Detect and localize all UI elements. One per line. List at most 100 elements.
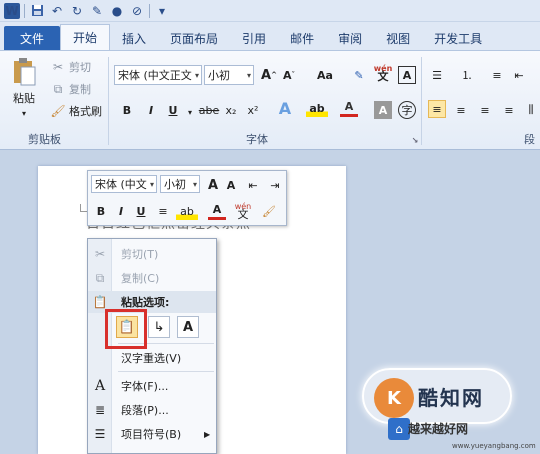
tab-mailings[interactable]: 邮件 (278, 26, 326, 50)
enclose-characters-icon[interactable]: 字 (398, 101, 416, 119)
customize-qat-icon[interactable]: ▾ (154, 3, 170, 19)
mini-font-color-icon[interactable]: A (208, 202, 226, 220)
tab-page-layout[interactable]: 页面布局 (158, 26, 230, 50)
paste-merge-format-button[interactable]: ↳ (148, 316, 170, 338)
mini-decrease-indent-icon[interactable]: ⇤ (244, 176, 262, 194)
menu-item-font[interactable]: A 字体(F)... (88, 375, 216, 397)
grow-font-icon[interactable]: A ^ (260, 66, 278, 84)
chevron-down-icon[interactable]: ▾ (150, 180, 154, 189)
chevron-down-icon[interactable]: ▾ (195, 71, 199, 80)
paste-merge-icon: ↳ (153, 319, 165, 335)
save-icon[interactable] (29, 3, 45, 19)
scissors-icon: ✂ (52, 60, 64, 74)
mini-highlight-icon[interactable]: ab (176, 202, 198, 220)
copy-icon: ⧉ (95, 270, 105, 285)
numbering-icon[interactable]: ⒈ (458, 66, 476, 84)
menu-item-cut[interactable]: ✂ 剪切(T) (88, 243, 216, 265)
italic-button[interactable]: I (142, 101, 160, 119)
menu-item-copy[interactable]: ⧉ 复制(C) (88, 267, 216, 289)
shrink-font-icon[interactable]: Aˇ (280, 66, 298, 84)
justify-button[interactable]: ≡ (500, 101, 518, 119)
underline-dropdown-icon[interactable]: ▾ (181, 103, 199, 121)
distributed-button[interactable]: ⫼ (522, 101, 540, 119)
paste-icon: 📋 (92, 295, 108, 309)
mini-grow-font-icon[interactable]: A (204, 176, 222, 194)
mini-format-painter-icon[interactable]: 🖌 (260, 202, 278, 220)
tab-home[interactable]: 开始 (60, 24, 111, 50)
superscript-button[interactable]: x² (244, 101, 262, 119)
paste-text-only-icon: A (182, 319, 194, 335)
mini-center-icon[interactable]: ≡ (154, 202, 172, 220)
menu-item-label: 段落(P)... (121, 404, 169, 417)
color-wheel-icon[interactable]: ● (109, 3, 125, 19)
format-painter-qat-icon[interactable]: ✎ (89, 3, 105, 19)
subscript-button[interactable]: x₂ (222, 101, 240, 119)
menu-item-paragraph[interactable]: ≣ 段落(P)... (88, 399, 216, 421)
decrease-indent-icon[interactable]: ⇤ (510, 66, 528, 84)
mini-shrink-font-icon[interactable]: A (222, 176, 240, 194)
draw-icon[interactable]: ⊘ (129, 3, 145, 19)
bullets-icon[interactable]: ☰ (428, 66, 446, 84)
mini-bold-button[interactable]: B (92, 202, 110, 220)
chevron-down-icon[interactable]: ▾ (247, 71, 251, 80)
tab-references[interactable]: 引用 (230, 26, 278, 50)
mini-underline-button[interactable]: U (132, 202, 150, 220)
format-painter-button[interactable]: 🖌 格式刷 (50, 103, 102, 119)
cut-button[interactable]: ✂ 剪切 (50, 59, 91, 75)
bullets-icon: ☰ (94, 427, 106, 441)
strikethrough-button[interactable]: abe (198, 101, 220, 119)
tab-view[interactable]: 视图 (374, 26, 422, 50)
character-shading-icon[interactable]: A (374, 101, 392, 119)
underline-button[interactable]: U (164, 101, 182, 119)
house-logo-icon: ⌂ (388, 418, 410, 440)
tab-developer[interactable]: 开发工具 (422, 26, 494, 50)
mini-font-name-value: 宋体 (中文 (95, 178, 147, 191)
tab-insert[interactable]: 插入 (110, 26, 158, 50)
text-effects-icon[interactable]: A (276, 99, 294, 118)
align-center-button[interactable]: ≡ (452, 101, 470, 119)
mini-increase-indent-icon[interactable]: ⇥ (266, 176, 284, 194)
word-logo-icon[interactable]: W (4, 2, 20, 19)
paste-text-only-button[interactable]: A (177, 316, 199, 338)
watermark-sub: 越来越好网 (408, 422, 469, 436)
tab-review[interactable]: 审阅 (326, 26, 374, 50)
redo-icon[interactable]: ↻ (69, 3, 85, 19)
menu-item-label: 字体(F)... (121, 380, 169, 393)
change-case-button[interactable]: Aa (312, 66, 338, 84)
paste-icon (14, 58, 36, 86)
menu-separator (118, 371, 214, 372)
paste-dropdown-icon[interactable]: ▾ (22, 109, 26, 118)
copy-button[interactable]: ⧉ 复制 (50, 81, 91, 97)
chevron-down-icon[interactable]: ▾ (193, 180, 197, 189)
character-border-button[interactable]: A (398, 66, 416, 84)
scissors-icon: ✂ (94, 247, 106, 261)
mini-italic-button[interactable]: I (112, 202, 130, 220)
mini-font-size-combo[interactable]: 小初 ▾ (160, 175, 200, 193)
paragraph-icon: ≣ (94, 403, 106, 417)
menu-item-label: 粘贴选项: (121, 296, 170, 309)
font-name-combo[interactable]: 宋体 (中文正文 ▾ (114, 65, 202, 85)
font-a-icon: A (94, 378, 106, 394)
align-left-button[interactable]: ≡ (428, 100, 446, 118)
clear-format-icon[interactable]: ✎ (350, 66, 368, 84)
menu-item-bullets[interactable]: ☰ 项目符号(B) ▶ (88, 423, 216, 445)
font-color-icon[interactable]: A (340, 99, 358, 117)
phonetic-guide-button[interactable]: wén 文 (374, 64, 393, 83)
highlight-color-icon[interactable]: ab (306, 99, 328, 117)
tab-file[interactable]: 文件 (4, 26, 60, 50)
mini-font-name-combo[interactable]: 宋体 (中文 ▾ (91, 175, 157, 193)
align-right-button[interactable]: ≡ (476, 101, 494, 119)
font-size-value: 小初 (208, 69, 230, 82)
mini-phonetic-icon[interactable]: wén 文 (234, 202, 252, 221)
qat-separator (149, 3, 150, 18)
paste-button[interactable]: 粘贴 ▾ (8, 57, 40, 118)
menu-item-hanzi-reselect[interactable]: 汉字重选(V) (88, 347, 216, 369)
quick-access-toolbar: W ↶ ↻ ✎ ● ⊘ ▾ (0, 0, 540, 22)
bold-button[interactable]: B (118, 101, 136, 119)
format-painter-label: 格式刷 (69, 105, 102, 118)
mini-font-size-value: 小初 (164, 178, 186, 191)
menu-item-label: 汉字重选(V) (121, 352, 182, 365)
font-size-combo[interactable]: 小初 ▾ (204, 65, 254, 85)
multilevel-list-icon[interactable]: ≡ (488, 66, 506, 84)
undo-icon[interactable]: ↶ (49, 3, 65, 19)
